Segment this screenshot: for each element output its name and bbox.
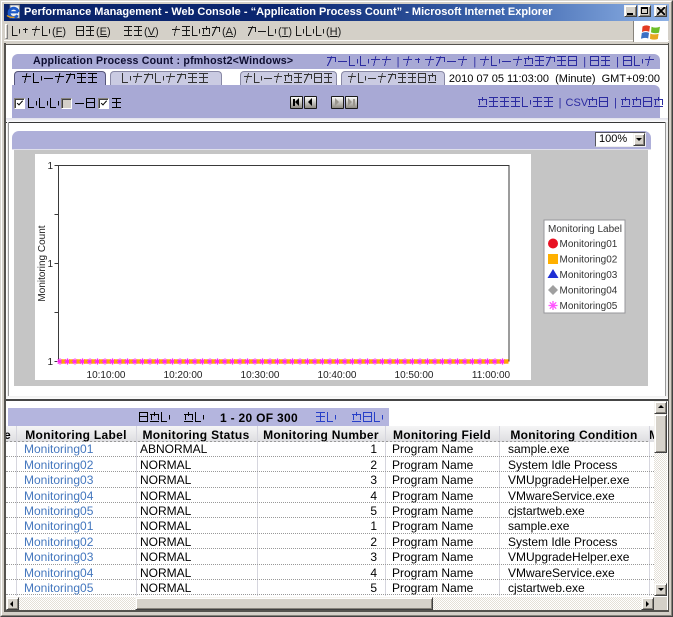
svg-text:1: 1 [47,357,53,368]
svg-text:Monitoring Label: Monitoring Label [548,224,622,235]
svg-text:11:00:00: 11:00:00 [472,370,511,381]
svg-text:1: 1 [47,161,53,172]
svg-text:10:30:00: 10:30:00 [241,370,280,381]
svg-text:Monitoring05: Monitoring05 [560,301,618,312]
svg-text:10:10:00: 10:10:00 [87,370,126,381]
svg-text:10:40:00: 10:40:00 [318,370,357,381]
svg-text:Monitoring04: Monitoring04 [560,286,618,297]
svg-text:Monitoring Count: Monitoring Count [37,225,48,301]
svg-text:Monitoring02: Monitoring02 [560,255,618,266]
svg-text:1: 1 [47,259,53,270]
svg-text:Monitoring03: Monitoring03 [560,270,618,281]
svg-text:Monitoring01: Monitoring01 [560,239,618,250]
svg-text:10:20:00: 10:20:00 [164,370,203,381]
svg-text:10:50:00: 10:50:00 [395,370,434,381]
